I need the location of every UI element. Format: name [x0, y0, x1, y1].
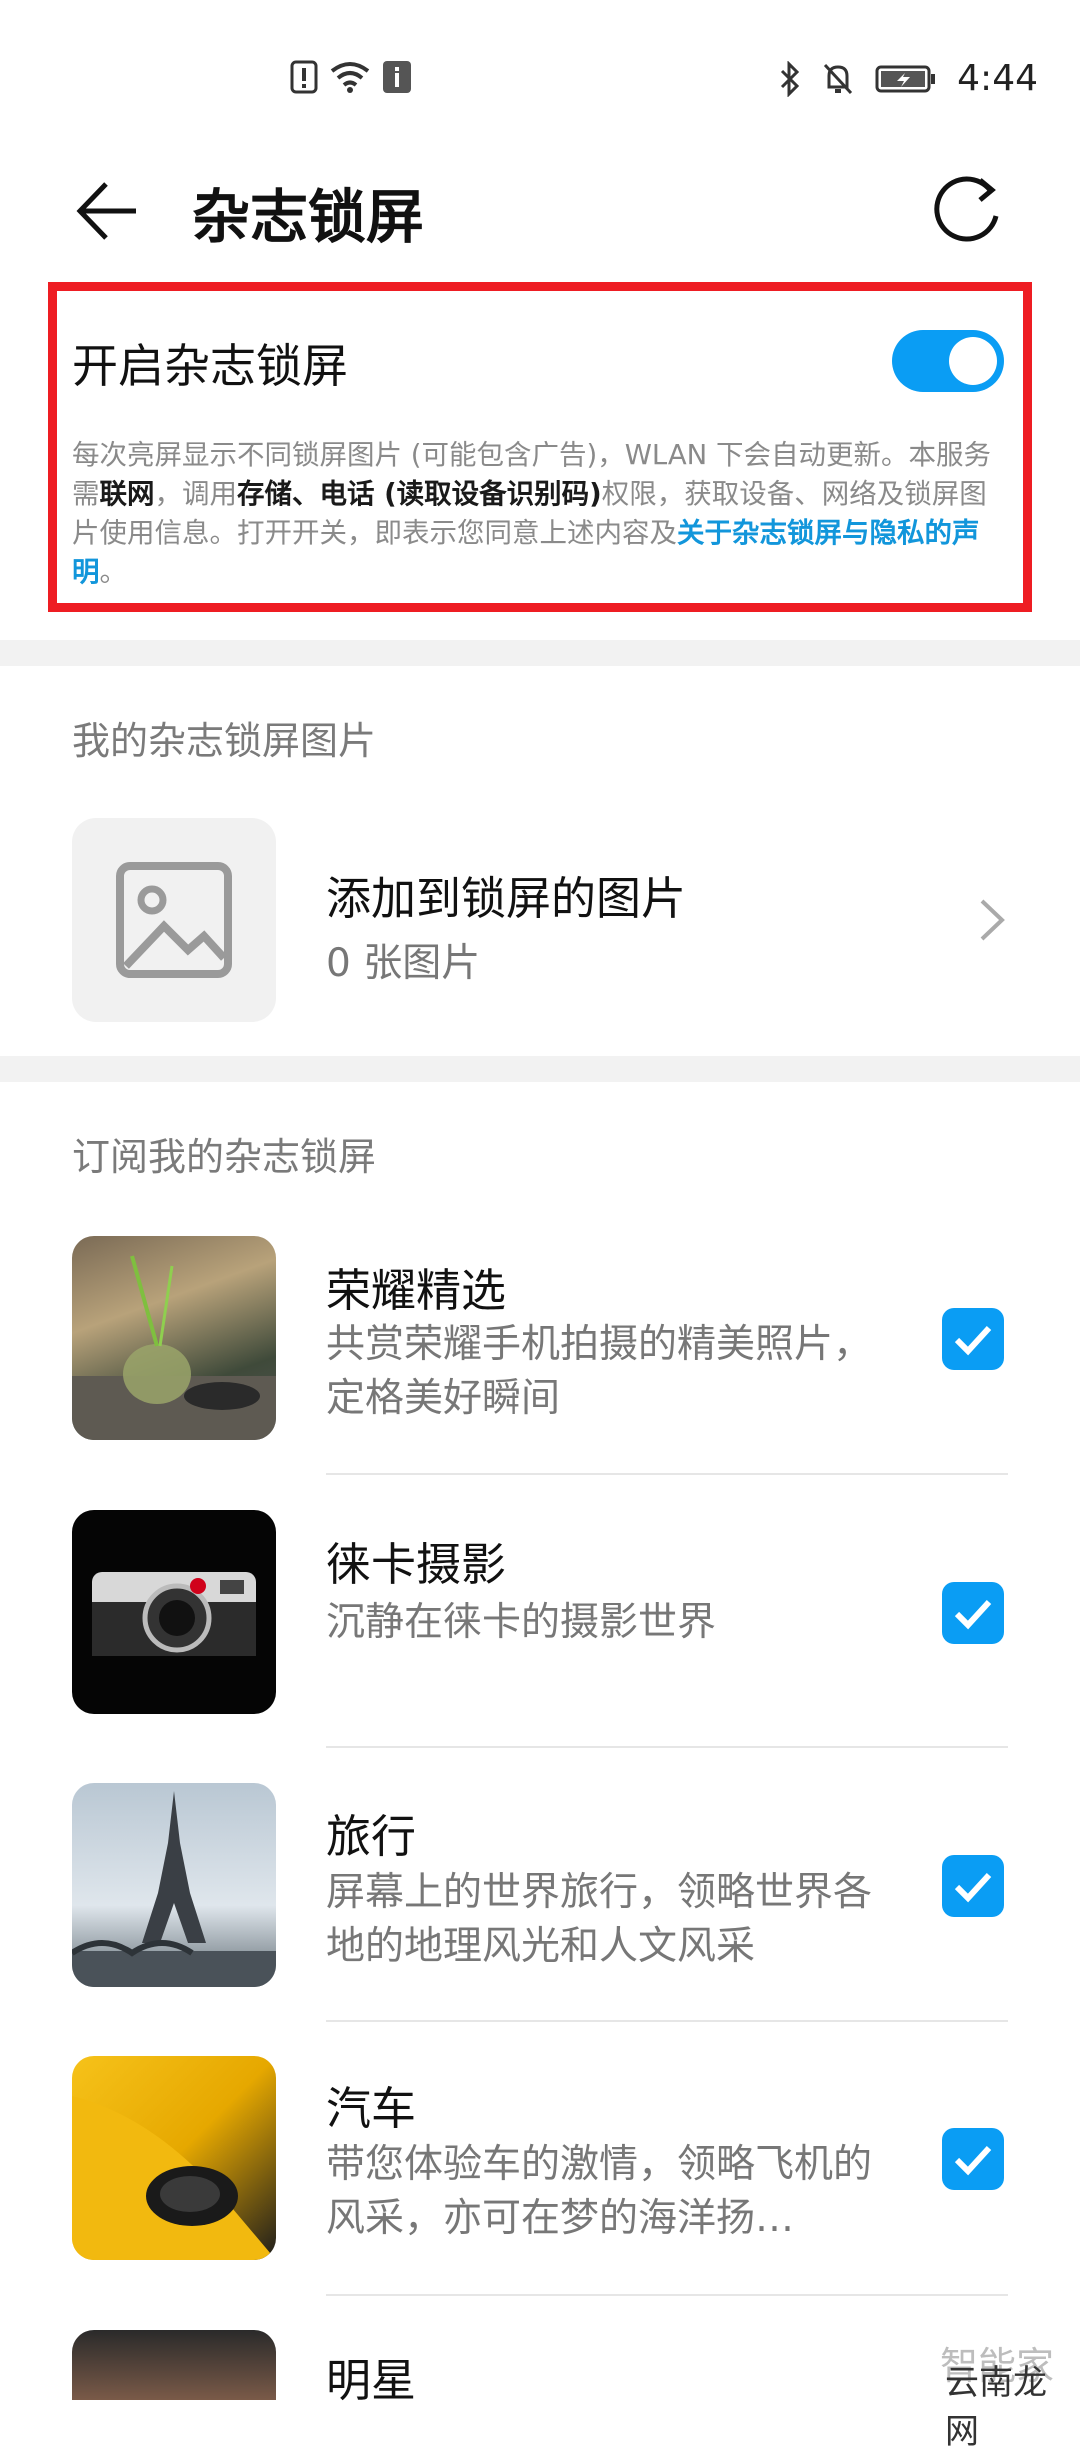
- back-arrow-icon[interactable]: [72, 176, 142, 246]
- check-icon: [954, 1325, 992, 1356]
- car-thumbnail: [72, 2056, 276, 2260]
- status-icons-left: [290, 60, 412, 94]
- subscription-title: 汽车: [326, 2082, 417, 2135]
- subscription-desc: 共赏荣耀手机拍摄的精美照片，定格美好瞬间: [326, 1322, 873, 1421]
- check-icon: [954, 1872, 992, 1903]
- subscription-checkbox[interactable]: [942, 1855, 1004, 1917]
- eiffel-tower-image: [72, 1791, 276, 1987]
- wifi-icon: [330, 62, 370, 93]
- section-divider: [0, 640, 1080, 666]
- alert-icon: [290, 60, 318, 94]
- camera-image: [92, 1572, 256, 1656]
- leica-thumbnail: [72, 1510, 276, 1714]
- subscription-checkbox[interactable]: [942, 2128, 1004, 2190]
- picture-placeholder[interactable]: [72, 818, 276, 1022]
- subscription-title: 荣耀精选: [326, 1264, 507, 1317]
- watermark-text-2: 云南龙网: [945, 2363, 1047, 2452]
- battery-charging-icon: [875, 65, 936, 92]
- celebrity-thumbnail: [72, 2330, 276, 2400]
- yellow-car-image: [72, 2096, 276, 2260]
- magazine-lock-toggle-label: 开启杂志锁屏: [72, 339, 348, 393]
- title-bar: 杂志锁屏: [0, 150, 1080, 270]
- subscriptions-header: 订阅我的杂志锁屏: [72, 1135, 377, 1179]
- plant-jar-image: [72, 1255, 276, 1440]
- subscription-desc: 沉静在徕卡的摄影世界: [326, 1600, 717, 1645]
- subscription-desc: 带您体验车的激情，领略飞机的风采，亦可在梦的海洋扬…: [326, 2142, 873, 2241]
- refresh-icon[interactable]: [930, 172, 1006, 248]
- subscription-title: 徕卡摄影: [326, 1538, 507, 1591]
- magazine-lock-toggle[interactable]: [892, 330, 1004, 392]
- travel-thumbnail: [72, 1783, 276, 1987]
- check-icon: [954, 1599, 992, 1630]
- subscription-checkbox[interactable]: [942, 1582, 1004, 1644]
- toggle-knob: [949, 337, 997, 385]
- bluetooth-icon: [781, 60, 800, 97]
- chevron-right-icon[interactable]: [974, 895, 1010, 945]
- subscription-desc: 屏幕上的世界旅行，领略世界各地的地理风光和人文风采: [326, 1870, 873, 1969]
- status-icons-right: 4:44: [779, 58, 1038, 99]
- image-icon: [116, 862, 232, 978]
- subscription-checkbox[interactable]: [942, 1308, 1004, 1370]
- honor-selection-thumbnail: [72, 1236, 276, 1440]
- subscription-title: 明星: [326, 2354, 417, 2407]
- check-icon: [954, 2145, 992, 2176]
- subscription-title: 旅行: [326, 1810, 417, 1863]
- my-pictures-header: 我的杂志锁屏图片: [72, 719, 377, 763]
- section-divider: [0, 1056, 1080, 1082]
- item-separator: [326, 2294, 1008, 2296]
- toggle-description: 每次亮屏显示不同锁屏图片 (可能包含广告)，WLAN 下会自动更新。本服务需联网…: [72, 439, 991, 588]
- status-time: 4:44: [957, 58, 1038, 99]
- item-separator: [326, 2020, 1008, 2022]
- info-icon: [383, 61, 411, 93]
- status-bar: 4:44: [0, 0, 1080, 150]
- added-pictures-title[interactable]: 添加到锁屏的图片: [326, 862, 686, 927]
- added-pictures-count: 0 张图片: [326, 941, 481, 986]
- mute-bell-icon: [824, 63, 853, 94]
- item-separator: [326, 1746, 1008, 1748]
- item-separator: [326, 1473, 1008, 1475]
- page-title: 杂志锁屏: [192, 183, 425, 251]
